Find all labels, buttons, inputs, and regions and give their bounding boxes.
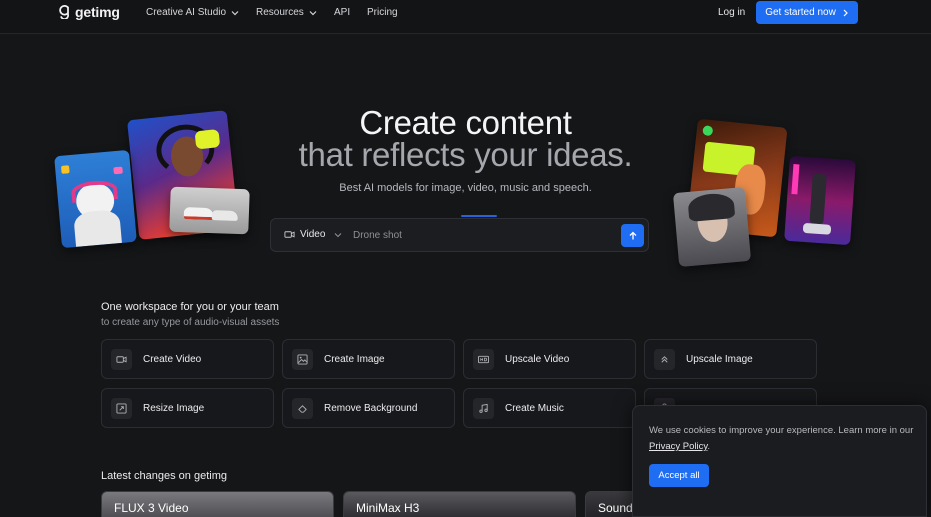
tile-label: Upscale Video <box>505 353 570 365</box>
login-link[interactable]: Log in <box>718 7 745 18</box>
tile-create-video[interactable]: Create Video <box>101 339 274 379</box>
cookie-suffix: . <box>707 441 711 452</box>
prompt-input[interactable] <box>353 227 613 244</box>
chevron-down-icon <box>309 10 317 15</box>
workspace-subtitle: to create any type of audio-visual asset… <box>101 317 280 328</box>
hero-image-portrait <box>672 187 752 267</box>
chevron-right-icon <box>843 9 848 16</box>
nav-item-label: Resources <box>256 7 304 18</box>
cookie-banner: We use cookies to improve your experienc… <box>632 405 927 517</box>
get-started-label: Get started now <box>765 7 836 18</box>
tile-upscale-video[interactable]: Upscale Video <box>463 339 636 379</box>
card-minimax-h3[interactable]: MiniMax H3 <box>343 491 576 517</box>
prompt-accent-bar <box>461 215 497 217</box>
logo-text: getimg <box>75 4 120 20</box>
tile-remove-background[interactable]: Remove Background <box>282 388 455 428</box>
mode-selector[interactable]: Video <box>284 229 342 240</box>
nav-item-label: API <box>334 7 351 18</box>
submit-button[interactable] <box>621 224 644 247</box>
eraser-icon <box>298 404 307 413</box>
top-navbar: getimg Creative AI Studio Resources API … <box>0 0 931 34</box>
video-camera-icon <box>284 231 295 238</box>
music-note-icon <box>479 403 488 413</box>
tile-resize-image[interactable]: Resize Image <box>101 388 274 428</box>
resize-icon <box>116 402 127 414</box>
nav-pricing[interactable]: Pricing <box>367 7 398 18</box>
accept-all-button[interactable]: Accept all <box>649 464 709 487</box>
prompt-bar: Video <box>270 218 649 252</box>
nav-api[interactable]: API <box>334 7 350 18</box>
nav-creative-ai-studio[interactable]: Creative AI Studio <box>146 7 239 18</box>
nav-resources[interactable]: Resources <box>256 7 317 18</box>
workspace-title: One workspace for you or your team <box>101 301 279 313</box>
card-label: FLUX 3 Video <box>114 501 189 515</box>
tile-label: Create Image <box>324 353 385 365</box>
tile-label: Upscale Image <box>686 353 753 365</box>
hd-icon <box>478 355 489 363</box>
tile-create-image[interactable]: Create Image <box>282 339 455 379</box>
nav-item-label: Pricing <box>367 7 398 18</box>
cookie-message: We use cookies to improve your experienc… <box>649 425 914 436</box>
image-icon <box>297 353 308 365</box>
chevron-down-icon <box>231 10 239 15</box>
tile-label: Resize Image <box>143 402 205 414</box>
latest-changes-title: Latest changes on getimg <box>101 470 227 482</box>
tile-label: Create Video <box>143 353 202 365</box>
cookie-text: We use cookies to improve your experienc… <box>649 423 917 455</box>
mode-label: Video <box>300 229 326 240</box>
hero-title-line2: that reflects your ideas. <box>298 136 633 173</box>
tile-upscale-image[interactable]: Upscale Image <box>644 339 817 379</box>
chevrons-up-icon <box>661 355 668 363</box>
tile-create-music[interactable]: Create Music <box>463 388 636 428</box>
tile-label: Remove Background <box>324 402 418 414</box>
privacy-policy-link[interactable]: Privacy Policy <box>649 441 707 452</box>
chevron-down-icon <box>335 232 342 237</box>
nav-item-label: Creative AI Studio <box>146 7 227 18</box>
getimg-logo[interactable]: getimg <box>58 4 120 20</box>
card-flux-3-video[interactable]: FLUX 3 Video <box>101 491 334 517</box>
get-started-button[interactable]: Get started now <box>756 1 858 24</box>
hero-subtitle: Best AI models for image, video, music a… <box>339 182 592 194</box>
arrow-up-icon <box>629 231 636 239</box>
card-label: MiniMax H3 <box>356 501 420 515</box>
logo-icon <box>59 5 69 19</box>
tile-label: Create Music <box>505 402 564 414</box>
video-camera-icon <box>116 355 127 363</box>
